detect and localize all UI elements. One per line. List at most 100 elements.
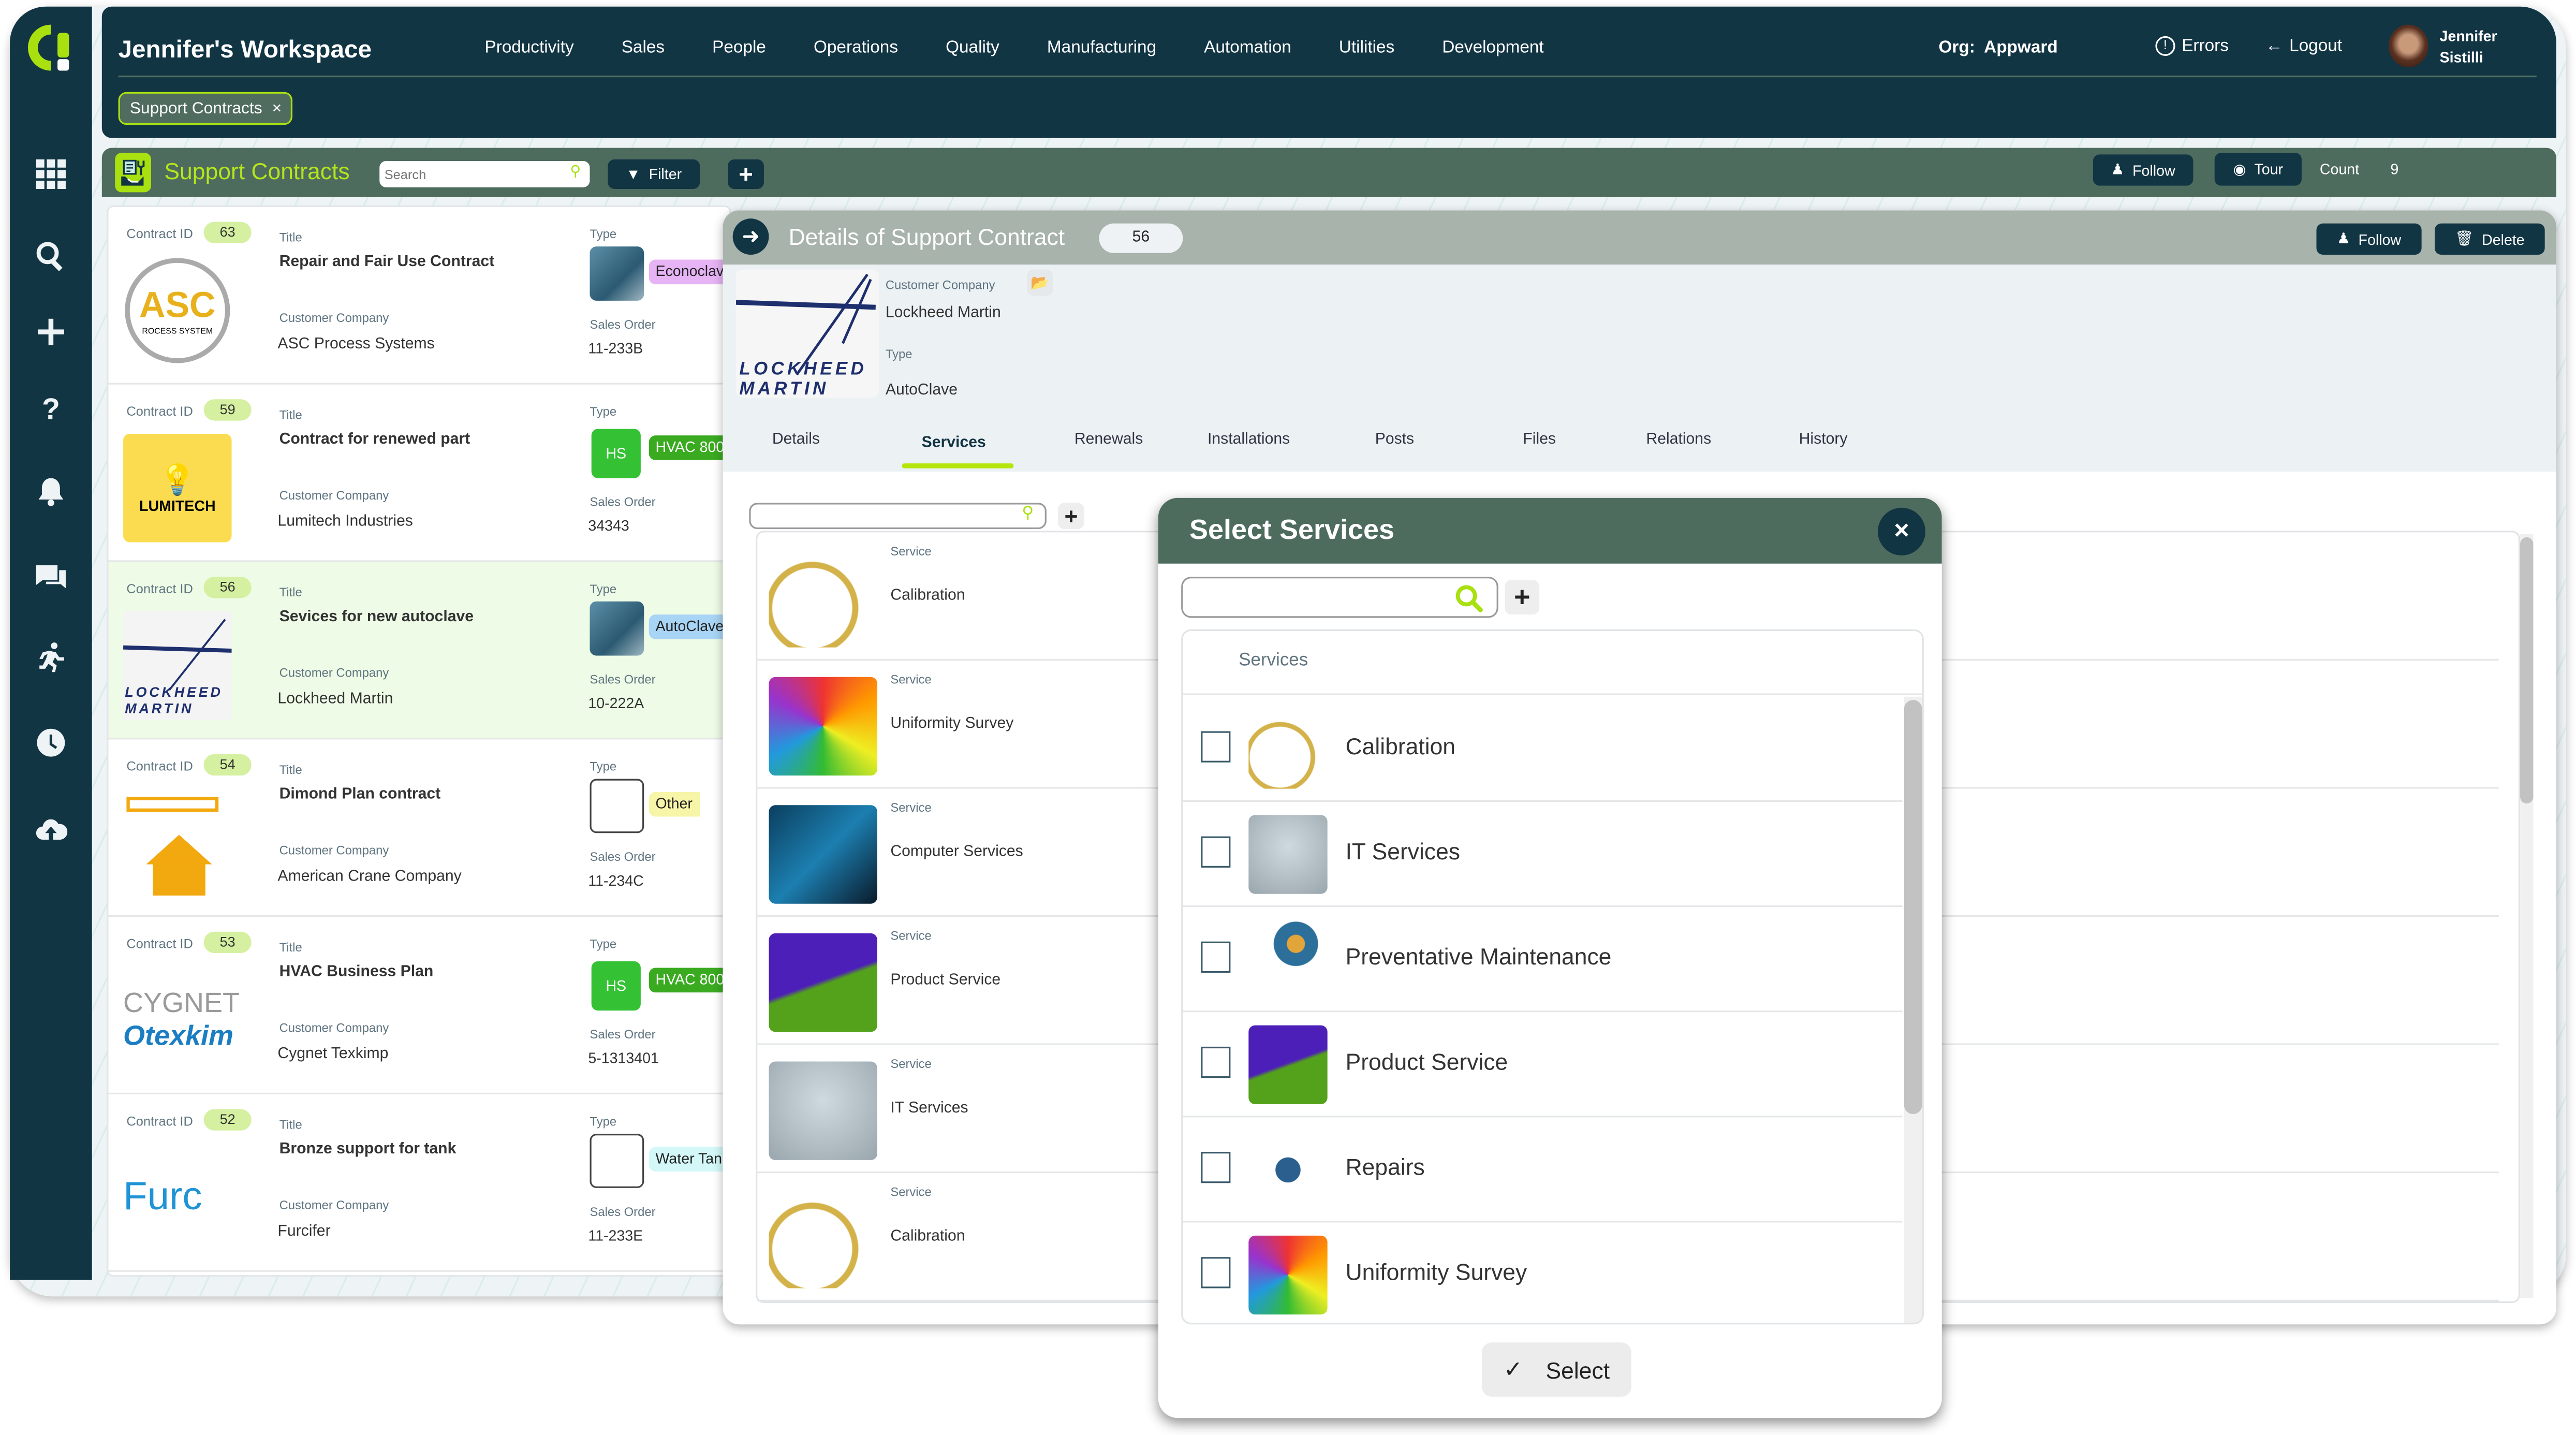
user-first-name: Jennifer [2439, 27, 2497, 45]
service-checkbox[interactable] [1201, 1152, 1231, 1183]
nav-automation[interactable]: Automation [1204, 38, 1291, 57]
tab-history[interactable]: History [1799, 431, 1848, 449]
contract-card[interactable]: Contract ID 56 LOCKHEED MARTIN Title Sevi… [108, 562, 730, 740]
nav-productivity[interactable]: Productivity [484, 38, 573, 57]
modal-services-list: Services Calibration IT Services Prevent… [1181, 629, 1924, 1325]
modal-service-row[interactable]: Uniformity Survey [1183, 1223, 1902, 1323]
modal-scrollbar[interactable] [1904, 696, 1922, 1323]
services-search-input[interactable] [749, 503, 1047, 530]
open-tab-support-contracts[interactable]: Support Contracts × [118, 92, 293, 125]
appward-logo-icon[interactable] [26, 23, 76, 76]
contract-card[interactable]: Contract ID 53 CYGNET Otexkim Title HVAC … [108, 917, 730, 1094]
modal-service-row[interactable]: Preventative Maintenance [1183, 907, 1903, 1013]
user-name[interactable]: Jennifer Sistilli [2440, 26, 2497, 69]
tab-installations[interactable]: Installations [1208, 431, 1290, 449]
apps-grid-icon[interactable] [31, 154, 70, 194]
service-thumbnail [769, 933, 877, 1032]
follow-people-icon: ♟ [2337, 230, 2350, 247]
nav-quality[interactable]: Quality [946, 38, 999, 57]
org-indicator[interactable]: Org: Appward [1938, 38, 2057, 57]
service-checkbox[interactable] [1201, 836, 1231, 868]
service-name: Product Service [890, 971, 1001, 989]
add-service-button[interactable]: + [1058, 503, 1084, 530]
service-checkbox[interactable] [1201, 941, 1231, 973]
tab-files[interactable]: Files [1523, 431, 1556, 449]
sidebar: ? [10, 6, 92, 1280]
services-scrollbar[interactable] [2520, 534, 2534, 1298]
customer-company-label: Customer Company [279, 1197, 389, 1213]
contract-card[interactable]: Contract ID 63 ASC ROCESS SYSTEM Title Re… [108, 207, 730, 385]
customer-company-value: Lockheed Martin [277, 690, 393, 709]
filter-button[interactable]: ▼ Filter [608, 159, 700, 189]
service-checkbox[interactable] [1201, 1257, 1231, 1288]
contract-card[interactable]: Contract ID 52 Furc Title Bronze support… [108, 1094, 730, 1272]
modal-service-row[interactable]: Product Service [1183, 1012, 1903, 1118]
module-search-input[interactable] [379, 161, 590, 187]
tab-services[interactable]: Services [922, 434, 986, 452]
plus-icon[interactable] [31, 312, 70, 352]
clock-icon[interactable] [31, 723, 70, 763]
search-icon[interactable]: ⚲ [1022, 504, 1034, 522]
customer-company-label: Customer Company [279, 665, 389, 681]
modal-service-row[interactable]: IT Services [1183, 802, 1903, 907]
modal-search-input[interactable] [1181, 577, 1498, 618]
close-modal-button[interactable]: × [1877, 507, 1926, 555]
tour-button[interactable]: ◉ Tour [2214, 153, 2302, 186]
nav-sales[interactable]: Sales [622, 38, 665, 57]
customer-company-value: Lockheed Martin [885, 304, 1001, 323]
contract-card[interactable]: Contract ID 54 Title Dimond Plan contrac… [108, 739, 730, 917]
type-chip: Other [649, 792, 699, 817]
nav-people[interactable]: People [712, 38, 766, 57]
open-folder-icon[interactable]: 📂 [1026, 269, 1053, 296]
modal-service-row[interactable]: Calibration [1183, 697, 1903, 802]
service-label: Service [890, 672, 932, 687]
chat-icon[interactable] [31, 557, 70, 596]
search-icon[interactable]: ⚲ [570, 163, 581, 181]
bell-icon[interactable] [31, 472, 70, 511]
service-checkbox[interactable] [1201, 1046, 1231, 1078]
collapse-arrow-icon[interactable]: ➜ [732, 218, 769, 255]
customer-logo: ASC ROCESS SYSTEM [123, 256, 231, 364]
details-follow-button[interactable]: ♟ Follow [2316, 223, 2422, 255]
sales-order-value: 5-1313401 [588, 1050, 659, 1066]
module-title: Support Contracts [164, 157, 350, 184]
avatar[interactable] [2389, 24, 2428, 68]
main-nav: Productivity Sales People Operations Qua… [484, 38, 1591, 57]
nav-development[interactable]: Development [1442, 38, 1543, 57]
help-icon[interactable]: ? [31, 389, 70, 429]
modal-service-row[interactable]: Repairs [1183, 1117, 1903, 1223]
service-checkbox[interactable] [1201, 731, 1231, 763]
select-button[interactable]: ✓ Select [1482, 1342, 1631, 1397]
sales-order-value: 10-222A [588, 695, 644, 712]
search-icon[interactable] [1454, 583, 1485, 623]
cloud-upload-icon[interactable] [31, 810, 70, 850]
logout-button[interactable]: ← Logout [2265, 36, 2342, 56]
nav-operations[interactable]: Operations [814, 38, 898, 57]
contract-id-label: Contract ID [126, 759, 193, 774]
sales-order-label: Sales Order [590, 1027, 656, 1042]
search-icon[interactable] [31, 237, 70, 276]
tour-label: Tour [2254, 161, 2284, 178]
service-thumbnail [1248, 920, 1328, 999]
add-contract-button[interactable]: + [728, 159, 764, 189]
customer-company-label: Customer Company [279, 488, 389, 503]
nav-manufacturing[interactable]: Manufacturing [1047, 38, 1156, 57]
nav-utilities[interactable]: Utilities [1339, 38, 1394, 57]
workspace-title: Jennifer's Workspace [118, 36, 372, 64]
running-icon[interactable] [31, 638, 70, 677]
errors-button[interactable]: ! Errors [2155, 36, 2229, 56]
tab-details[interactable]: Details [772, 431, 820, 449]
contract-id-badge: 54 [203, 754, 252, 776]
tab-renewals[interactable]: Renewals [1074, 431, 1143, 449]
follow-button[interactable]: ♟ Follow [2093, 154, 2194, 186]
tab-posts[interactable]: Posts [1375, 431, 1414, 449]
contract-card[interactable]: Contract ID 59 💡 LUMITECH Title Contract … [108, 385, 730, 562]
add-service-button[interactable]: + [1505, 580, 1540, 615]
service-thumbnail [769, 549, 877, 648]
sales-order-value: 11-233E [588, 1227, 643, 1244]
follow-people-icon: ♟ [2111, 161, 2125, 178]
tab-relations[interactable]: Relations [1646, 431, 1711, 449]
delete-button[interactable]: 🗑 Delete [2435, 223, 2545, 255]
service-name: Preventative Maintenance [1345, 943, 1612, 970]
close-tab-icon[interactable]: × [272, 99, 282, 118]
